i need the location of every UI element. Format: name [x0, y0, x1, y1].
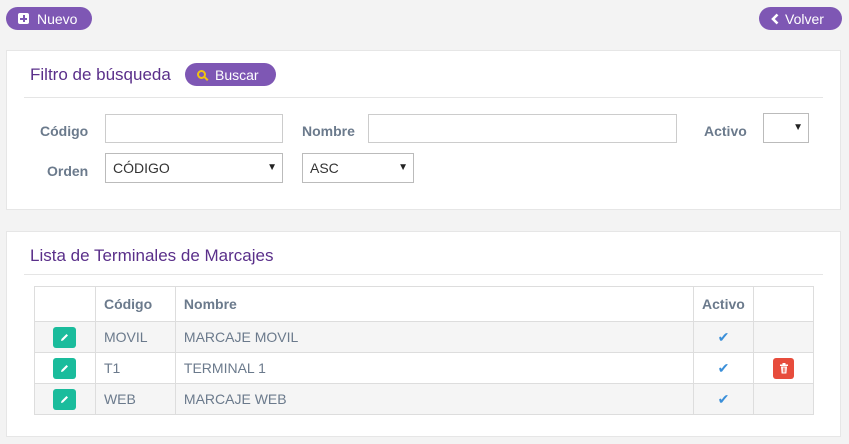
orden-label: Orden	[47, 163, 89, 179]
cell-delete	[753, 352, 814, 384]
nuevo-label: Nuevo	[37, 10, 78, 27]
filter-panel: Filtro de búsqueda Buscar Código Nombre …	[6, 50, 841, 210]
list-panel: Lista de Terminales de Marcajes Código N…	[6, 231, 841, 437]
pencil-icon	[61, 364, 69, 372]
column-header-activo[interactable]: Activo	[693, 286, 755, 322]
cell-activo: ✔	[693, 383, 755, 415]
cell-nombre: MARCAJE MOVIL	[174, 321, 695, 353]
pencil-icon	[61, 333, 69, 341]
cell-nombre: TERMINAL 1	[174, 352, 695, 384]
column-header-actions	[34, 286, 96, 322]
volver-button[interactable]: Volver	[759, 7, 842, 30]
cell-nombre: MARCAJE WEB	[174, 383, 695, 415]
list-title: Lista de Terminales de Marcajes	[30, 246, 274, 265]
table-row: T1 TERMINAL 1 ✔	[34, 352, 814, 384]
direction-select-value: ASC	[310, 160, 339, 176]
column-header-codigo[interactable]: Código	[94, 286, 176, 322]
edit-button[interactable]	[53, 388, 77, 410]
edit-cell	[34, 383, 96, 415]
cell-codigo: T1	[94, 352, 176, 384]
check-icon: ✔	[717, 390, 730, 407]
volver-label: Volver	[785, 10, 824, 27]
check-icon: ✔	[717, 359, 730, 376]
check-icon: ✔	[717, 328, 730, 345]
column-header-nombre[interactable]: Nombre	[174, 286, 695, 322]
cell-codigo: MOVIL	[94, 321, 176, 353]
edit-cell	[34, 352, 96, 384]
edit-cell	[34, 321, 96, 353]
divider	[24, 97, 823, 98]
delete-button[interactable]	[773, 357, 794, 379]
activo-label: Activo	[704, 123, 747, 139]
buscar-label: Buscar	[215, 66, 259, 83]
cell-activo: ✔	[693, 321, 755, 353]
chevron-left-icon	[771, 13, 779, 24]
codigo-label: Código	[40, 123, 89, 139]
edit-button[interactable]	[53, 357, 77, 379]
chevron-down-icon: ▼	[267, 162, 277, 173]
orden-select[interactable]: CÓDIGO ▼	[105, 153, 283, 183]
orden-select-value: CÓDIGO	[113, 160, 170, 176]
table-row: WEB MARCAJE WEB ✔	[34, 383, 814, 415]
nombre-label: Nombre	[302, 123, 355, 139]
codigo-input[interactable]	[105, 114, 283, 143]
table-header-row: Código Nombre Activo	[34, 286, 814, 322]
buscar-button[interactable]: Buscar	[185, 63, 276, 86]
cell-codigo: WEB	[94, 383, 176, 415]
chevron-down-icon: ▼	[793, 122, 803, 133]
column-header-delete	[753, 286, 814, 322]
chevron-down-icon: ▼	[398, 162, 408, 173]
trash-icon	[779, 362, 788, 373]
edit-button[interactable]	[53, 326, 77, 348]
cell-delete	[753, 321, 814, 353]
cell-activo: ✔	[693, 352, 755, 384]
nuevo-button[interactable]: Nuevo	[6, 7, 92, 30]
pencil-icon	[61, 395, 69, 403]
activo-select[interactable]: ▼	[763, 113, 809, 143]
cell-delete	[753, 383, 814, 415]
plus-square-icon	[18, 13, 29, 24]
filter-title: Filtro de búsqueda	[30, 65, 171, 84]
divider	[24, 274, 823, 275]
table-row: MOVIL MARCAJE MOVIL ✔	[34, 321, 814, 353]
terminals-table: Código Nombre Activo MOVIL MARCAJE MOVIL…	[34, 286, 814, 415]
direction-select[interactable]: ASC ▼	[302, 153, 414, 183]
search-icon	[197, 70, 206, 79]
nombre-input[interactable]	[368, 114, 677, 143]
